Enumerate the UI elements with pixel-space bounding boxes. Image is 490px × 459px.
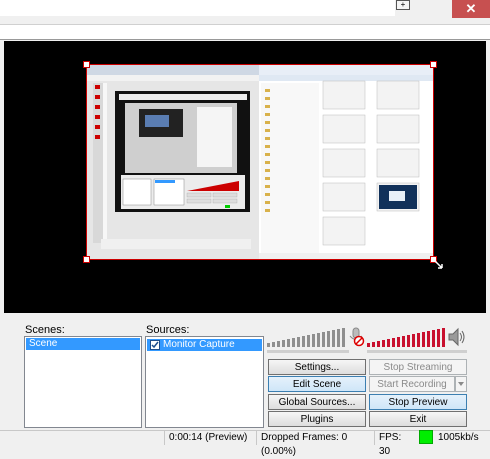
- scenes-list[interactable]: Scene: [24, 336, 142, 428]
- scenes-label: Scenes:: [25, 324, 65, 336]
- fps-readout: FPS: 30: [374, 431, 418, 457]
- plugins-button[interactable]: Plugins: [268, 411, 366, 427]
- bitrate-readout: 1005kb/s: [438, 432, 479, 443]
- resize-handle-top-left[interactable]: [83, 61, 90, 68]
- chevron-down-icon: [458, 382, 464, 386]
- stop-streaming-button[interactable]: Stop Streaming: [369, 359, 467, 375]
- source-visibility-checkbox[interactable]: [150, 340, 160, 350]
- sources-list[interactable]: Monitor Capture: [145, 336, 264, 428]
- volume-slider-track[interactable]: [267, 350, 467, 354]
- resize-handle-top-right[interactable]: [430, 61, 437, 68]
- speaker-icon[interactable]: [447, 326, 467, 348]
- start-recording-button[interactable]: Start Recording: [369, 376, 455, 392]
- close-button[interactable]: ✕: [452, 0, 490, 18]
- monitor-capture-preview[interactable]: [86, 64, 434, 260]
- desktop-volume-meter[interactable]: [267, 325, 349, 349]
- source-item[interactable]: Monitor Capture: [147, 339, 262, 351]
- source-item-label: Monitor Capture: [163, 339, 235, 350]
- restore-icon[interactable]: +: [396, 0, 410, 10]
- bitrate-status-indicator: [419, 430, 433, 444]
- exit-button[interactable]: Exit: [369, 411, 467, 427]
- dropped-frames: Dropped Frames: 0 (0.00%): [256, 431, 374, 457]
- title-area: [0, 0, 395, 16]
- diagonal-resize-cursor-icon: [431, 257, 443, 269]
- resize-handle-bottom-left[interactable]: [83, 256, 90, 263]
- sources-label: Sources:: [146, 324, 190, 336]
- captured-desktop-image: [87, 65, 433, 259]
- stream-time: 0:00:14 (Preview): [164, 431, 256, 445]
- mic-volume-meter[interactable]: [367, 325, 447, 349]
- global-sources-button[interactable]: Global Sources...: [268, 394, 366, 410]
- settings-button[interactable]: Settings...: [268, 359, 366, 375]
- edit-scene-button[interactable]: Edit Scene: [268, 376, 366, 392]
- microphone-muted-icon[interactable]: [346, 327, 366, 347]
- menu-bar: [0, 24, 490, 40]
- scene-item[interactable]: Scene: [26, 338, 140, 350]
- checkmark-icon: [151, 341, 159, 349]
- stop-preview-button[interactable]: Stop Preview: [369, 394, 467, 410]
- recording-options-dropdown[interactable]: [455, 376, 467, 392]
